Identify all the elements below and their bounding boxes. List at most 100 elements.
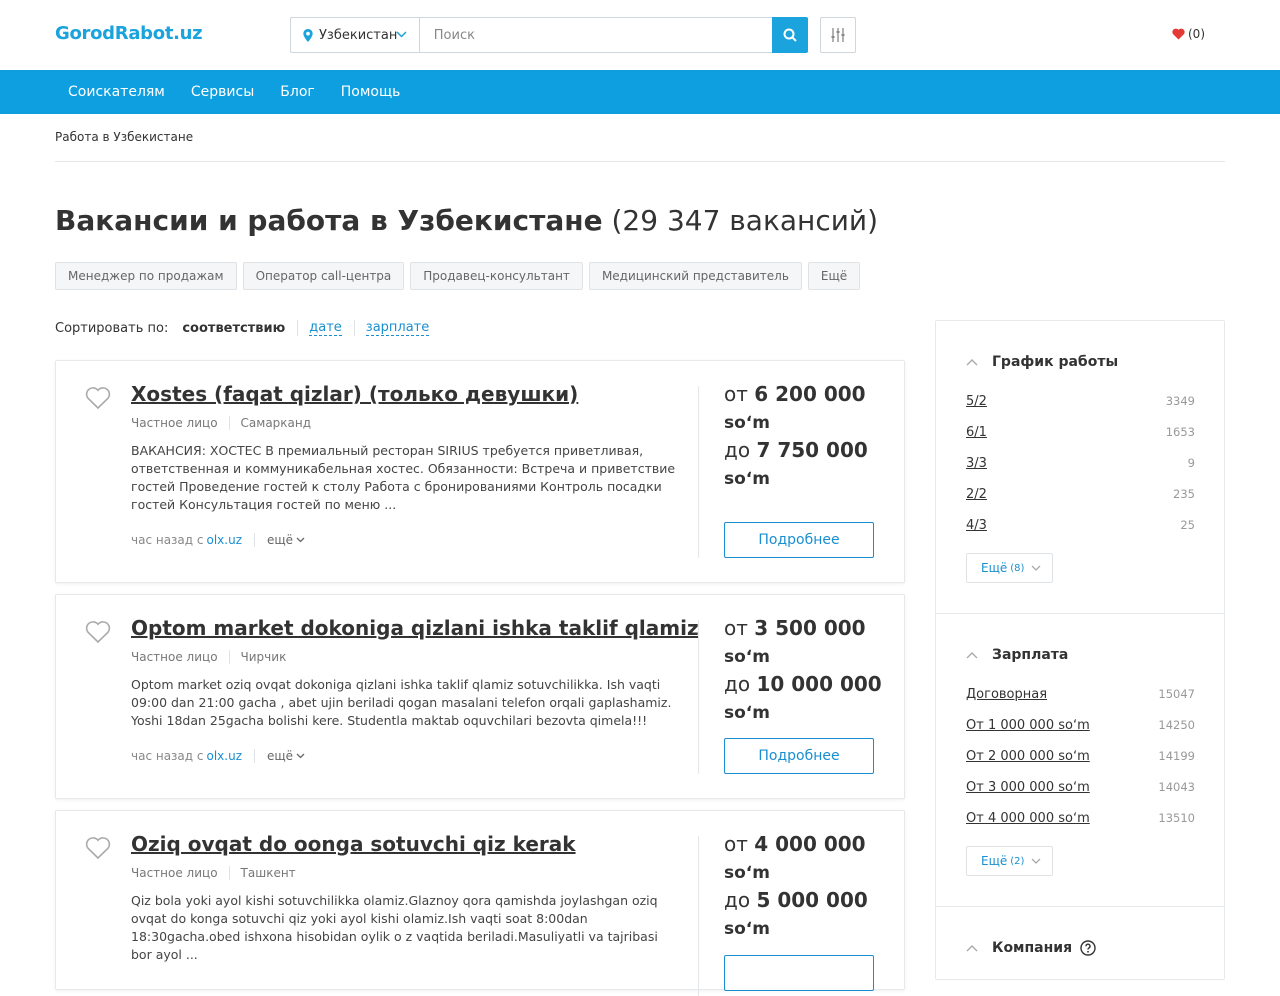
- favorites-link[interactable]: (0): [1172, 27, 1205, 41]
- source-link[interactable]: olx.uz: [207, 533, 243, 547]
- filter-option-count: 25: [1180, 518, 1195, 532]
- sliders-icon: [831, 28, 845, 42]
- salary-from: от 6 200 000: [724, 381, 894, 408]
- location-pin-icon: [303, 28, 313, 42]
- vacancy-meta: Частное лицо Ташкент: [131, 866, 296, 880]
- employer: Частное лицо: [131, 866, 218, 880]
- filter-option-label: Договорная: [966, 687, 1048, 702]
- filter-option-count: 14250: [1158, 718, 1195, 732]
- filter-option[interactable]: Договорная 15047: [966, 687, 1195, 702]
- main-nav: Соискателям Сервисы Блог Помощь: [0, 70, 1280, 114]
- card-divider: [698, 386, 699, 558]
- filter-more-button[interactable]: Ещё (8): [966, 553, 1053, 583]
- vacancy-card: Xostes (faqat qizlar) (только девушки) Ч…: [55, 360, 905, 583]
- salary-block: от 4 000 000 soʻm до 5 000 000 soʻm: [724, 831, 894, 943]
- posted-time: час назад с: [131, 533, 204, 547]
- filter-option[interactable]: От 2 000 000 soʻm 14199: [966, 749, 1195, 764]
- salary-currency: soʻm: [724, 469, 770, 489]
- filter-option-count: 14043: [1158, 780, 1195, 794]
- filter-option[interactable]: 6/1 1653: [966, 425, 1195, 440]
- favorites-count: (0): [1188, 27, 1205, 41]
- more-dropdown[interactable]: ещё: [267, 533, 305, 547]
- salary-currency: soʻm: [724, 863, 770, 883]
- heart-icon: [1172, 28, 1185, 40]
- source-link[interactable]: olx.uz: [207, 749, 243, 763]
- heart-outline-icon[interactable]: [85, 620, 111, 644]
- sort-separator: [353, 320, 355, 336]
- meta-separator: [228, 650, 230, 664]
- sort-by-date[interactable]: дате: [309, 320, 342, 336]
- footer-separator: [254, 749, 255, 763]
- chevron-down-icon: [296, 537, 305, 543]
- page-title: Вакансии и работа в Узбекистане (29 347 …: [55, 204, 878, 237]
- sort-by-salary[interactable]: зарплате: [365, 320, 430, 336]
- salary-to: до 10 000 000: [724, 671, 894, 698]
- nav-item-help[interactable]: Помощь: [341, 84, 401, 100]
- heart-outline-icon[interactable]: [85, 386, 111, 410]
- filter-company-header[interactable]: Компания: [966, 940, 1096, 956]
- region-label: Узбекистан: [319, 27, 398, 43]
- vacancy-footer: час назад с olx.uz ещё: [131, 749, 305, 763]
- footer-separator: [254, 533, 255, 547]
- tag-medical-rep[interactable]: Медицинский представитель: [588, 262, 802, 290]
- region-select[interactable]: Узбекистан: [290, 17, 419, 53]
- details-button[interactable]: Подробнее: [724, 522, 874, 558]
- filter-option-count: 235: [1173, 487, 1195, 501]
- nav-item-blog[interactable]: Блог: [280, 84, 314, 100]
- filter-option[interactable]: 4/3 25: [966, 518, 1195, 533]
- more-count: (8): [1010, 562, 1025, 574]
- filter-option[interactable]: От 1 000 000 soʻm 14250: [966, 718, 1195, 733]
- filter-option[interactable]: 3/3 9: [966, 456, 1195, 471]
- card-divider: [698, 836, 699, 996]
- posted-time: час назад с: [131, 749, 204, 763]
- details-button[interactable]: Подробнее: [724, 738, 874, 774]
- help-icon[interactable]: [1080, 940, 1096, 956]
- breadcrumb[interactable]: Работа в Узбекистане: [55, 130, 193, 144]
- employer: Частное лицо: [131, 650, 218, 664]
- nav-item-services[interactable]: Сервисы: [191, 84, 254, 100]
- heart-outline-icon[interactable]: [85, 836, 111, 860]
- tag-sales-consultant[interactable]: Продавец-консультант: [410, 262, 583, 290]
- tag-sales-manager[interactable]: Менеджер по продажам: [55, 262, 237, 290]
- page-title-text: Вакансии и работа в Узбекистане: [55, 204, 603, 237]
- tag-call-center[interactable]: Оператор call-центра: [242, 262, 405, 290]
- search-button[interactable]: [772, 17, 808, 53]
- vacancy-title[interactable]: Optom market dokoniga qizlani ishka takl…: [131, 616, 699, 640]
- nav-item-seekers[interactable]: Соискателям: [68, 84, 165, 100]
- salary-currency: soʻm: [724, 413, 770, 433]
- filter-option[interactable]: 5/2 3349: [966, 394, 1195, 409]
- vacancy-description: Qiz bola yoki ayol kishi sotuvchilikka o…: [131, 893, 658, 962]
- filter-salary-header[interactable]: Зарплата: [966, 647, 1068, 663]
- filter-button[interactable]: [820, 17, 856, 53]
- details-button[interactable]: [724, 955, 874, 991]
- chevron-down-icon: [1031, 858, 1041, 864]
- tag-more[interactable]: Ещё: [807, 262, 861, 290]
- filter-option-count: 13510: [1158, 811, 1195, 825]
- filter-more-button[interactable]: Ещё (2): [966, 846, 1053, 876]
- more-dropdown[interactable]: ещё: [267, 749, 305, 763]
- vacancy-title[interactable]: Oziq ovqat do oonga sotuvchi qiz kerak: [131, 832, 576, 856]
- sort-bar: Сортировать по: соответствию дате зарпла…: [55, 320, 441, 336]
- salary-to-prefix: до: [724, 888, 751, 912]
- meta-separator: [228, 416, 230, 430]
- filter-option-label: От 1 000 000 soʻm: [966, 718, 1090, 733]
- filter-option[interactable]: 2/2 235: [966, 487, 1195, 502]
- sort-separator: [297, 320, 299, 336]
- filter-option[interactable]: От 4 000 000 soʻm 13510: [966, 811, 1195, 826]
- more-count: (2): [1010, 855, 1025, 867]
- meta-separator: [228, 866, 230, 880]
- sort-label: Сортировать по:: [55, 320, 169, 336]
- filter-schedule-header[interactable]: График работы: [966, 354, 1118, 370]
- salary-from-value: 4 000 000: [754, 832, 866, 856]
- quick-tags: Менеджер по продажам Оператор call-центр…: [55, 262, 866, 290]
- vacancy-card: Optom market dokoniga qizlani ishka takl…: [55, 594, 905, 799]
- search-input[interactable]: [418, 17, 773, 53]
- vacancy-title[interactable]: Xostes (faqat qizlar) (только девушки): [131, 382, 578, 406]
- salary-block: от 3 500 000 soʻm до 10 000 000 soʻm: [724, 615, 894, 727]
- filter-option-label: От 2 000 000 soʻm: [966, 749, 1090, 764]
- filter-option[interactable]: От 3 000 000 soʻm 14043: [966, 780, 1195, 795]
- chevron-up-icon: [966, 651, 978, 658]
- chevron-up-icon: [966, 944, 978, 951]
- site-logo[interactable]: GorodRabot.uz: [55, 23, 203, 44]
- search-bar: Узбекистан: [290, 17, 808, 53]
